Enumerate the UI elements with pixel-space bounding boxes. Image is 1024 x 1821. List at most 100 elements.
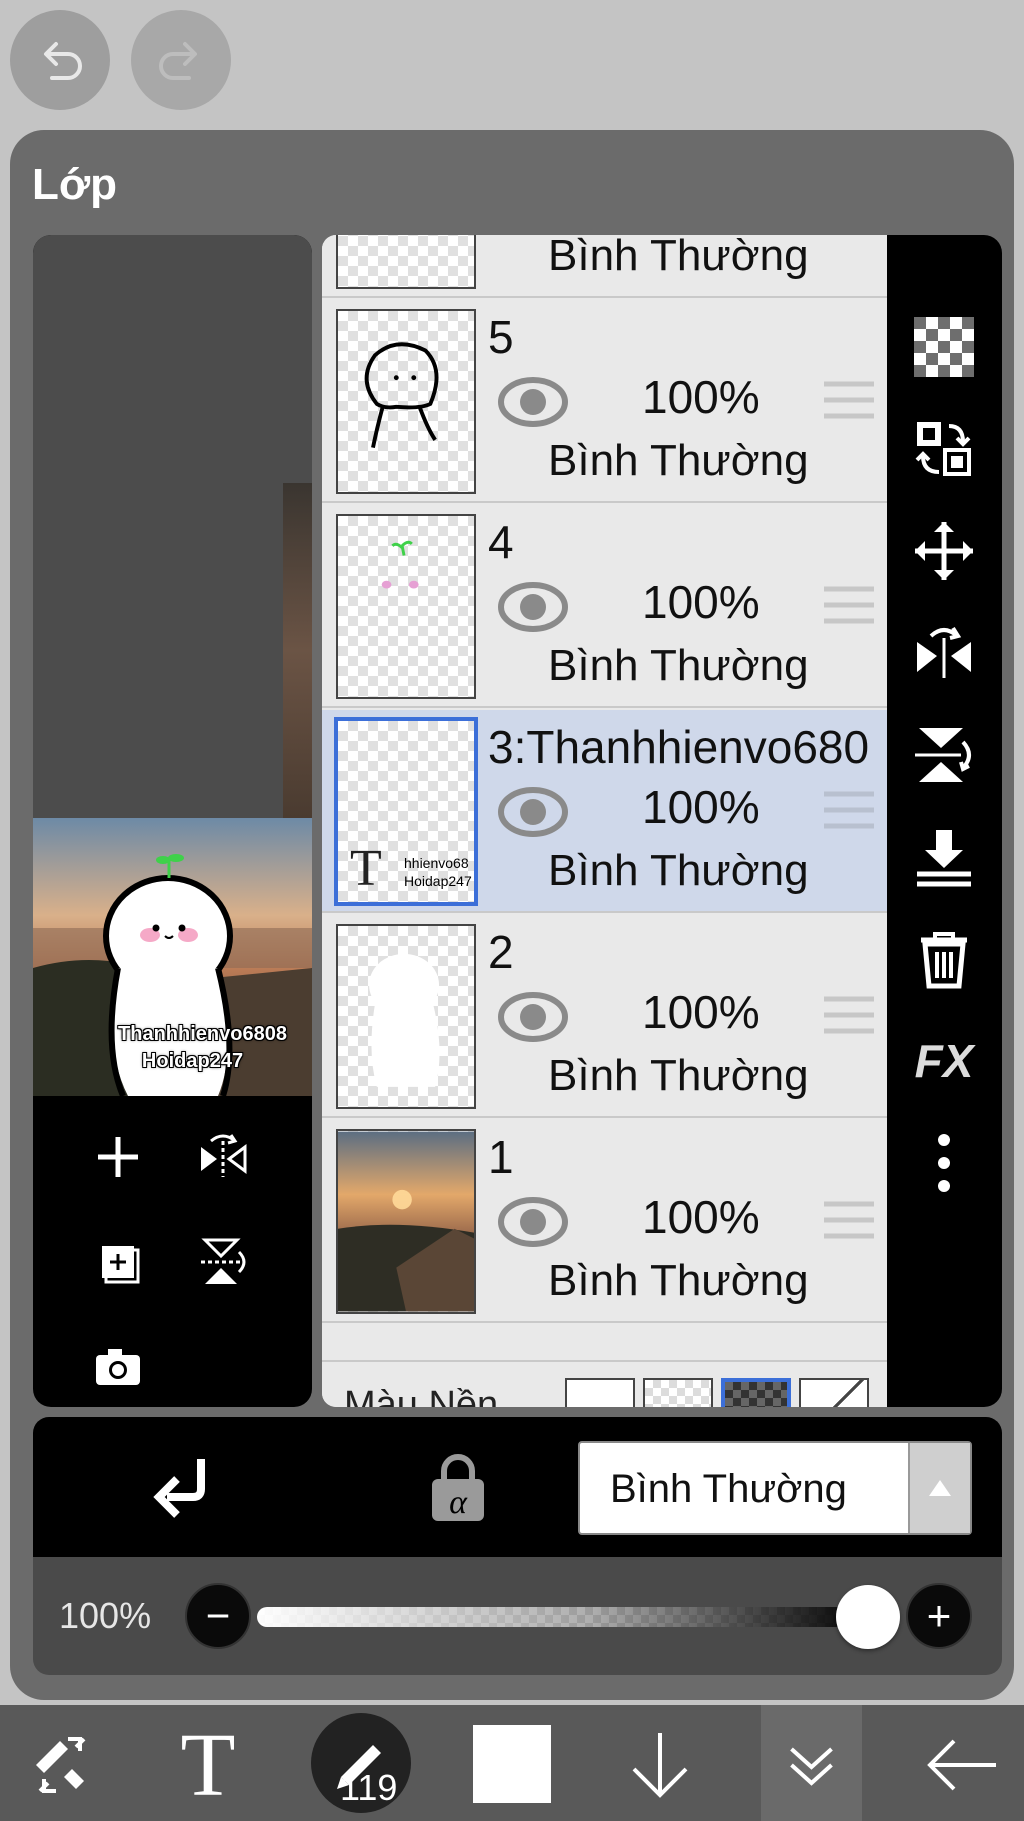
layer-blend-mode: Bình Thường: [548, 641, 809, 690]
drag-handle-icon[interactable]: [824, 583, 874, 627]
duplicate-layer-button[interactable]: [83, 1227, 153, 1297]
bg-swatch-transparent-dark[interactable]: [721, 1378, 791, 1407]
brush-size: 119: [340, 1767, 398, 1808]
flip-horizontal-icon: [917, 626, 971, 678]
layer-list[interactable]: Bình Thường 5 100% Bình Thường 4 100% Bì…: [322, 235, 887, 1407]
layer-row[interactable]: 5 100% Bình Thường: [322, 300, 887, 503]
triangle-up-icon: [929, 1480, 951, 1496]
blend-mode-select[interactable]: Bình Thường: [578, 1441, 972, 1535]
reorder-icon: [915, 422, 971, 476]
layer-down-button[interactable]: [610, 1715, 710, 1815]
bg-swatch-transparent-light[interactable]: [643, 1378, 713, 1407]
layer-blend-mode: Bình Thường: [548, 235, 809, 280]
preview-watermark-line1: Thanhhienvo6808: [118, 1023, 287, 1045]
add-layer-button[interactable]: [83, 1122, 153, 1192]
clip-button[interactable]: [145, 1449, 225, 1529]
alpha-lock-icon: α: [432, 1454, 484, 1521]
layer-opacity: 100%: [642, 371, 760, 423]
eye-icon[interactable]: [498, 577, 568, 637]
thumb-text-line1: hhienvo68: [404, 855, 469, 871]
text-tool-button[interactable]: T: [158, 1715, 258, 1815]
layer-name: 2: [488, 926, 514, 978]
canvas-edge-strip: [283, 483, 312, 818]
layer-opacity: 100%: [642, 576, 760, 628]
eye-icon[interactable]: [498, 987, 568, 1047]
layer-thumbnail: [336, 235, 476, 289]
layer-row-selected[interactable]: T hhienvo68 Hoidap247 3:Thanhhienvo680 1…: [322, 710, 887, 913]
bottom-toolbar: T 119: [0, 1705, 1024, 1821]
transform-icon: [36, 1737, 86, 1793]
opacity-slider[interactable]: [257, 1607, 867, 1627]
layers-tab[interactable]: [761, 1705, 862, 1821]
redo-button[interactable]: [131, 10, 231, 110]
eye-icon[interactable]: [498, 782, 568, 842]
merge-down-button[interactable]: [904, 817, 984, 897]
undo-icon: [44, 42, 82, 80]
fx-label: FX: [914, 1035, 974, 1087]
layer-row[interactable]: 1 100% Bình Thường: [322, 1120, 887, 1323]
flip-horizontal-icon: [201, 1134, 247, 1177]
transform-tool-button[interactable]: [12, 1715, 112, 1815]
duplicate-layer-icon: [102, 1246, 140, 1284]
text-tool-icon: T: [181, 1725, 236, 1805]
back-button[interactable]: [912, 1715, 1012, 1815]
layers-panel: Lớp Thanhhienvo6808 Hoidap247 Bình Thườn…: [10, 130, 1014, 1700]
canvas-background: [33, 235, 312, 818]
opacity-decrease-button[interactable]: −: [185, 1583, 251, 1649]
undo-button[interactable]: [10, 10, 110, 110]
more-icon: [938, 1134, 950, 1192]
layer-row[interactable]: 4 100% Bình Thường: [322, 505, 887, 708]
layer-name: 5: [488, 311, 514, 363]
camera-button[interactable]: [83, 1332, 153, 1402]
layer-thumbnail: [336, 924, 476, 1109]
transparency-button[interactable]: [904, 307, 984, 387]
reorder-button[interactable]: [904, 409, 984, 489]
opacity-increase-button[interactable]: +: [906, 1583, 972, 1649]
layer-row[interactable]: Bình Thường: [322, 235, 887, 298]
drag-handle-icon[interactable]: [824, 993, 874, 1037]
flip-vertical-button[interactable]: [188, 1227, 258, 1297]
layer-row[interactable]: 2 100% Bình Thường: [322, 915, 887, 1118]
layer-blend-mode: Bình Thường: [548, 1051, 809, 1100]
opacity-slider-thumb[interactable]: [836, 1585, 900, 1649]
svg-text:α: α: [449, 1484, 468, 1521]
color-swatch[interactable]: [473, 1725, 551, 1803]
layer-name: 3:Thanhhienvo680: [488, 721, 870, 773]
chevron-double-down-icon: [790, 1747, 833, 1786]
layer-blend-mode: Bình Thường: [548, 1256, 809, 1305]
clip-icon: [153, 1459, 205, 1518]
trash-icon: [921, 932, 967, 989]
svg-text:T: T: [181, 1725, 236, 1805]
layer-name: 4: [488, 516, 514, 568]
blend-mode-dropdown-arrow[interactable]: [908, 1443, 970, 1533]
bg-swatch-white[interactable]: [565, 1378, 635, 1407]
checker-icon: [914, 317, 974, 377]
move-layer-button[interactable]: [904, 511, 984, 591]
bg-swatch-none[interactable]: [799, 1378, 869, 1407]
drag-handle-icon[interactable]: [824, 378, 874, 422]
flip-horizontal-button[interactable]: [188, 1122, 258, 1192]
preview-watermark-line2: Hoidap247: [141, 1050, 244, 1072]
drag-handle-icon[interactable]: [824, 1198, 874, 1242]
eye-icon[interactable]: [498, 372, 568, 432]
blend-mode-bar: α Bình Thường: [33, 1417, 1002, 1557]
alpha-lock-button[interactable]: α: [418, 1449, 498, 1529]
background-color-row: Màu Nền: [322, 1360, 887, 1407]
delete-layer-button[interactable]: [904, 919, 984, 999]
layer-thumbnail: T hhienvo68 Hoidap247: [334, 717, 478, 906]
drag-handle-icon[interactable]: [824, 788, 874, 832]
layer-thumbnail: [336, 309, 476, 494]
opacity-value: 100%: [59, 1595, 152, 1636]
eye-icon[interactable]: [498, 1192, 568, 1252]
flip-layer-horizontal-button[interactable]: [904, 613, 984, 693]
layer-thumbnail: [336, 1129, 476, 1314]
fx-button[interactable]: FX: [904, 1021, 984, 1101]
layer-tools-column: FX: [887, 235, 1002, 1407]
more-options-button[interactable]: [904, 1123, 984, 1203]
flip-layer-vertical-button[interactable]: [904, 715, 984, 795]
opacity-bar: 100% − +: [33, 1557, 1002, 1675]
flip-vertical-icon: [915, 728, 971, 782]
arrow-down-icon: [632, 1733, 688, 1798]
merge-down-icon: [917, 830, 971, 887]
layer-blend-mode: Bình Thường: [548, 436, 809, 485]
